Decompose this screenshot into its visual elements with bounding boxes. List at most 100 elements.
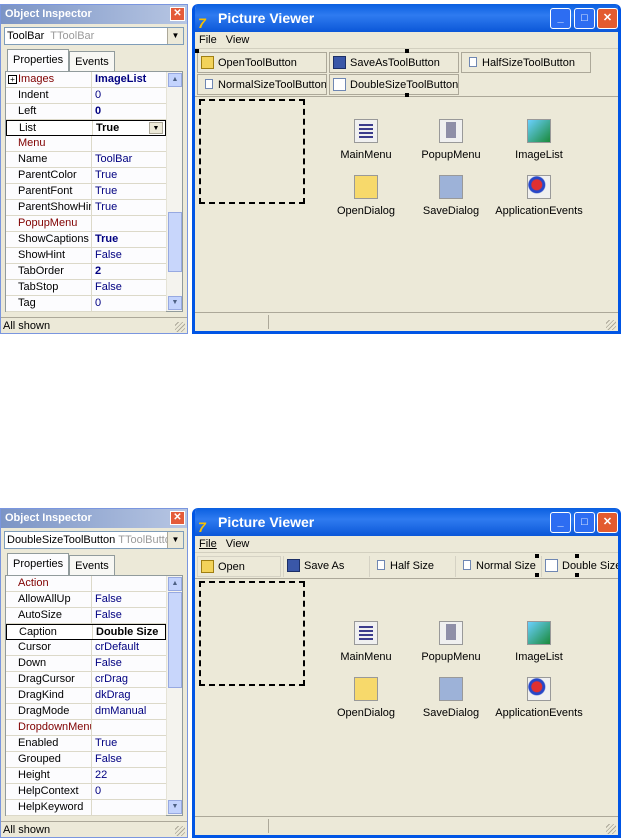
image-list-component[interactable]: ImageList [494,119,584,161]
property-value[interactable]: ToolBar [92,152,166,167]
close-icon[interactable]: ✕ [170,7,185,21]
main-menu-component[interactable]: MainMenu [321,621,411,663]
property-value[interactable]: 0 [92,296,166,311]
selection-handle[interactable] [575,554,579,558]
open-dialog-component[interactable]: OpenDialog [321,175,411,217]
property-value[interactable]: dmManual [92,704,166,719]
property-row[interactable]: AllowAllUp False [6,592,166,608]
minimize-button[interactable]: _ [550,8,571,29]
open-tool-button[interactable]: OpenToolButton [197,52,327,73]
property-value[interactable]: False [92,592,166,607]
chevron-down-icon[interactable]: ▼ [149,122,163,134]
property-value[interactable]: False [92,752,166,767]
tab-properties[interactable]: Properties [7,49,70,71]
property-row[interactable]: TabStop False [6,280,166,296]
vertical-scrollbar[interactable]: ▲ ▼ [166,576,182,815]
property-value[interactable] [92,216,166,231]
property-row[interactable]: DropdownMenu [6,720,166,736]
property-value[interactable]: True [92,184,166,199]
property-value[interactable]: True [92,736,166,751]
property-value[interactable] [92,720,166,735]
property-value[interactable]: True [92,232,166,247]
property-row[interactable]: DragCursor crDrag [6,672,166,688]
vertical-scrollbar[interactable]: ▲ ▼ [166,72,182,311]
minimize-button[interactable]: _ [550,512,571,533]
scroll-down-icon[interactable]: ▼ [168,800,182,814]
component-selector[interactable]: DoubleSizeToolButton TToolButto ▼ [4,531,184,549]
resize-grip-icon[interactable] [175,322,185,332]
property-row[interactable]: Left 0 [6,104,166,120]
half-size-tool-button[interactable]: Half Size [369,556,453,577]
property-row[interactable]: + Images ImageList [6,72,166,88]
resize-grip-icon[interactable] [175,826,185,836]
property-row[interactable]: Down False [6,656,166,672]
application-events-component[interactable]: ApplicationEvents [494,677,584,719]
property-value[interactable]: 0 [92,784,166,799]
close-button[interactable]: ✕ [597,512,618,533]
property-row[interactable]: Name ToolBar [6,152,166,168]
normal-size-tool-button[interactable]: NormalSizeToolButton [197,74,327,95]
property-row[interactable]: PopupMenu [6,216,166,232]
property-row[interactable]: ShowHint False [6,248,166,264]
chevron-down-icon[interactable]: ▼ [167,28,183,44]
property-value[interactable]: crDefault [92,640,166,655]
save-dialog-component[interactable]: SaveDialog [406,175,496,217]
selection-handle[interactable] [535,554,539,558]
property-value[interactable]: 22 [92,768,166,783]
menu-view[interactable]: View [226,34,250,46]
normal-size-tool-button[interactable]: Normal Size [455,556,539,577]
image-placeholder[interactable] [199,581,305,686]
resize-grip-icon[interactable] [606,824,616,834]
scroll-down-icon[interactable]: ▼ [168,296,182,310]
property-value[interactable]: crDrag [92,672,166,687]
property-row[interactable]: Menu [6,136,166,152]
property-row[interactable]: DragMode dmManual [6,704,166,720]
property-value[interactable] [92,800,166,815]
property-row[interactable]: Cursor crDefault [6,640,166,656]
selection-handle[interactable] [575,573,579,577]
property-row[interactable]: ParentColor True [6,168,166,184]
property-row[interactable]: Tag 0 [6,296,166,312]
tab-events[interactable]: Events [69,555,115,575]
image-list-component[interactable]: ImageList [494,621,584,663]
chevron-down-icon[interactable]: ▼ [167,532,183,548]
property-value[interactable] [92,136,166,151]
property-value[interactable]: Double Size [93,625,165,639]
property-row[interactable]: AutoSize False [6,608,166,624]
popup-menu-component[interactable]: PopupMenu [406,621,496,663]
property-value[interactable]: False [92,248,166,263]
property-row[interactable]: List True ▼ [6,120,166,136]
save-as-tool-button[interactable]: SaveAsToolButton [329,52,459,73]
expand-icon[interactable]: + [8,75,17,84]
scroll-up-icon[interactable]: ▲ [168,577,182,591]
property-row[interactable]: Height 22 [6,768,166,784]
selection-handle[interactable] [535,573,539,577]
menu-view[interactable]: View [226,538,250,550]
maximize-button[interactable]: □ [574,8,595,29]
image-placeholder[interactable] [199,99,305,204]
property-row[interactable]: Indent 0 [6,88,166,104]
property-value[interactable]: False [92,656,166,671]
double-size-tool-button[interactable]: Double Size [541,556,618,577]
save-dialog-component[interactable]: SaveDialog [406,677,496,719]
property-value[interactable] [92,576,166,591]
property-row[interactable]: Enabled True [6,736,166,752]
close-button[interactable]: ✕ [597,8,618,29]
property-row[interactable]: ShowCaptions True [6,232,166,248]
property-row[interactable]: DragKind dkDrag [6,688,166,704]
component-selector[interactable]: ToolBar TToolBar ▼ [4,27,184,45]
property-row[interactable]: ParentShowHint True [6,200,166,216]
property-value[interactable]: dkDrag [92,688,166,703]
property-row[interactable]: HelpContext 0 [6,784,166,800]
property-row[interactable]: ParentFont True [6,184,166,200]
resize-grip-icon[interactable] [606,320,616,330]
property-value[interactable]: 2 [92,264,166,279]
main-menu-component[interactable]: MainMenu [321,119,411,161]
property-value[interactable]: True [92,200,166,215]
open-tool-button[interactable]: Open [197,556,281,577]
scroll-thumb[interactable] [168,592,182,688]
property-row[interactable]: Grouped False [6,752,166,768]
property-row[interactable]: Action [6,576,166,592]
property-value[interactable]: False [92,608,166,623]
selection-handle[interactable] [195,49,199,53]
